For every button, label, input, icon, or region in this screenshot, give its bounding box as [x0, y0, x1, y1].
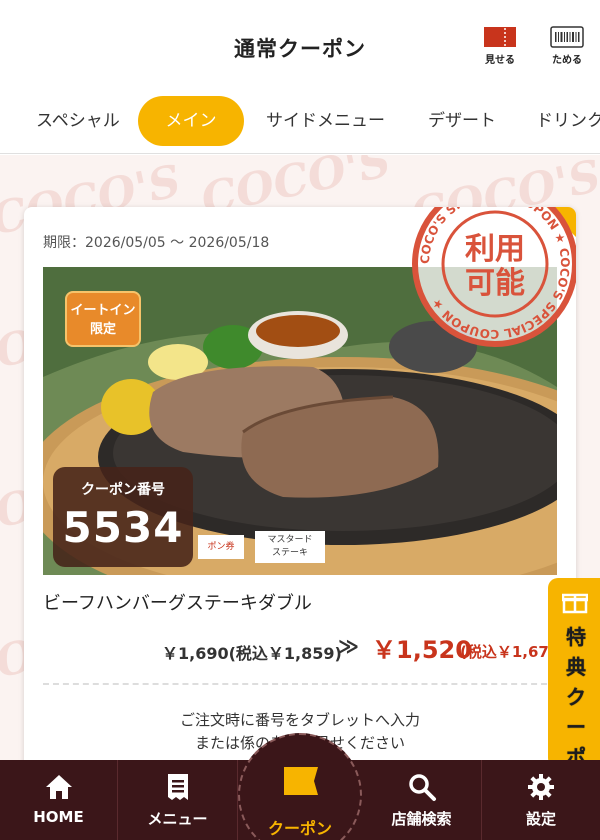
- nav-coupon-label: クーポン: [267, 819, 332, 838]
- nav-settings-label: 設定: [525, 810, 556, 828]
- tab-dessert[interactable]: デザート: [426, 96, 498, 146]
- price-row: ￥1,690(税込￥1,859) ≫ ￥1,520 (税込￥1,672): [24, 632, 576, 668]
- stamp-main-line2: 可能: [465, 266, 525, 301]
- tab-drink[interactable]: ドリンク: [534, 96, 600, 146]
- coupon-price: ￥1,520: [372, 636, 472, 664]
- save-points-button[interactable]: ためる: [545, 26, 589, 66]
- gear-icon: [528, 774, 554, 800]
- nav-menu-label: メニュー: [147, 810, 208, 828]
- regular-price: ￥1,690(税込￥1,859): [162, 644, 342, 663]
- double-arrow-icon: ≫: [338, 634, 359, 658]
- mustard-steak-tag: マスタード ステーキ: [255, 531, 325, 563]
- coupon-number-box: クーポン番号 5534: [53, 467, 193, 567]
- category-tabs: スペシャル メイン サイドメニュー デザート ドリンク: [0, 92, 600, 154]
- instruction-line1: ご注文時に番号をタブレットへ入力: [179, 711, 420, 729]
- tab-main[interactable]: メイン: [138, 96, 244, 146]
- tab-side-menu[interactable]: サイドメニュー: [264, 96, 387, 146]
- barcode-card-icon: [550, 26, 584, 48]
- available-stamp: COCO'S SPECIAL COUPON ★ COCO'S SPECIAL C…: [412, 207, 576, 347]
- home-icon: [45, 775, 72, 799]
- save-points-label: ためる: [552, 55, 582, 66]
- ticket-icon: [484, 27, 516, 47]
- coupon-card[interactable]: 期限：2026/05/05 〜 2026/05/18 イートイン 限定 ポン券 …: [24, 207, 576, 807]
- menu-receipt-icon: [167, 774, 188, 800]
- search-icon: [408, 774, 436, 801]
- eat-in-only-badge: イートイン 限定: [65, 291, 141, 347]
- stamp-main-line1: 利用: [465, 232, 525, 267]
- coupon-period: 期限：2026/05/05 〜 2026/05/18: [43, 235, 270, 251]
- coupon-ticket-icon: [284, 767, 318, 795]
- item-name: ビーフハンバーグステーキダブル: [43, 593, 312, 614]
- mustard-tag-line2: ステーキ: [271, 548, 308, 558]
- special-coupon-side-tab[interactable]: 特典クーポン: [548, 578, 600, 799]
- photo-tag: ポン券: [198, 535, 244, 559]
- coupon-number: 5534: [62, 503, 184, 552]
- dashed-divider: [43, 683, 557, 685]
- eat-in-limited-label: 限定: [89, 322, 116, 337]
- app-root: 通常クーポン 見せる ためる スペシャル メイン サイドメニュー デザート ドリ…: [0, 0, 600, 840]
- nav-store-search[interactable]: 店舗検索: [362, 760, 482, 840]
- nav-home[interactable]: HOME: [0, 760, 118, 840]
- nav-menu[interactable]: メニュー: [118, 760, 238, 840]
- coupon-number-label: クーポン番号: [81, 482, 165, 498]
- mustard-tag-line1: マスタード: [267, 535, 313, 545]
- eat-in-label: イートイン: [70, 303, 136, 318]
- show-button[interactable]: 見せる: [478, 26, 522, 66]
- nav-store-search-label: 店舗検索: [391, 810, 452, 828]
- tab-special[interactable]: スペシャル: [34, 96, 122, 146]
- nav-home-label: HOME: [33, 808, 84, 826]
- nav-settings[interactable]: 設定: [482, 760, 600, 840]
- gift-icon: [562, 593, 588, 614]
- header: 通常クーポン 見せる ためる: [0, 0, 600, 92]
- show-label: 見せる: [485, 55, 515, 66]
